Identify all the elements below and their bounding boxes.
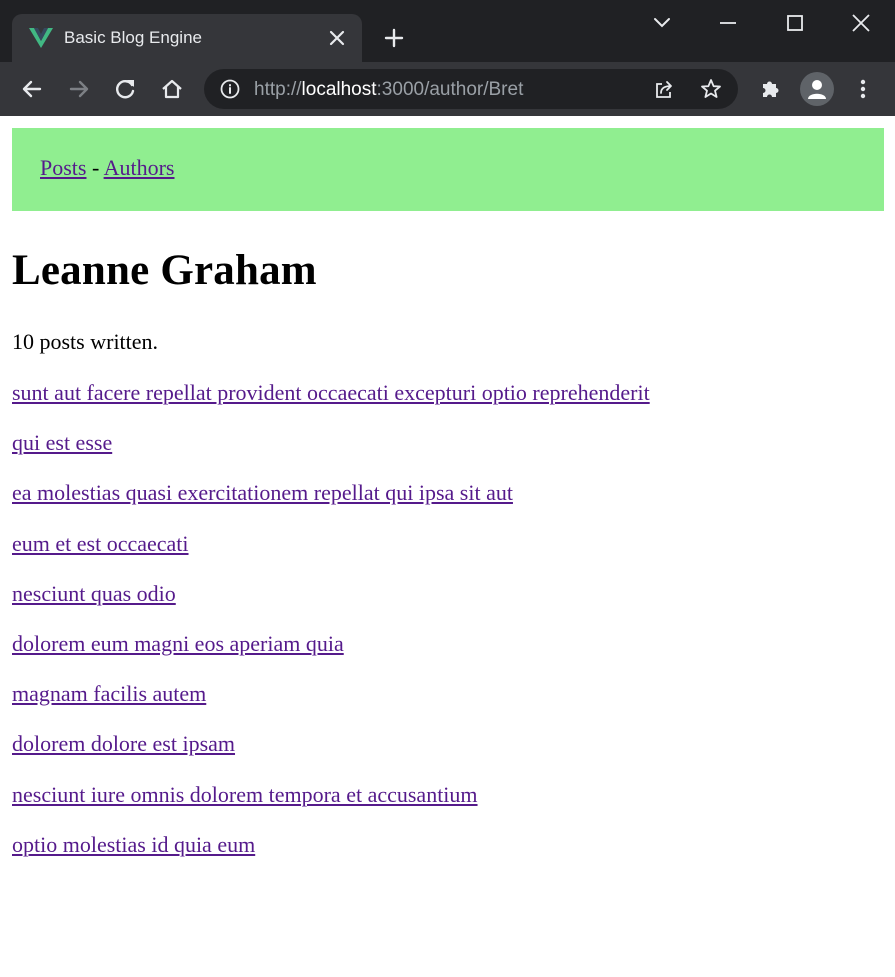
post-count-text: 10 posts written.: [12, 329, 159, 354]
post-link[interactable]: nesciunt iure omnis dolorem tempora et a…: [12, 782, 478, 807]
tab-search-icon[interactable]: [649, 10, 675, 36]
list-item: dolorem dolore est ipsam: [12, 730, 650, 780]
post-link[interactable]: dolorem dolore est ipsam: [12, 731, 235, 756]
list-item: dolorem eum magni eos aperiam quia: [12, 630, 650, 680]
nav-links: Posts - Authors: [40, 155, 175, 181]
post-link[interactable]: dolorem eum magni eos aperiam quia: [12, 631, 344, 656]
back-icon[interactable]: [19, 76, 45, 102]
home-icon[interactable]: [159, 76, 185, 102]
extensions-icon[interactable]: [757, 76, 783, 102]
tab-title: Basic Blog Engine: [64, 28, 202, 47]
url-path: :3000/author/Bret: [376, 79, 524, 100]
list-item: magnam facilis autem: [12, 680, 650, 730]
list-item: nesciunt iure omnis dolorem tempora et a…: [12, 781, 650, 831]
address-bar[interactable]: http://localhost:3000/author/Bret: [204, 69, 738, 109]
profile-avatar[interactable]: [800, 72, 834, 106]
person-icon: [808, 80, 826, 99]
vue-logo-icon: [29, 28, 53, 48]
nav-link-posts[interactable]: Posts: [40, 155, 86, 180]
post-list: sunt aut facere repellat provident occae…: [12, 379, 650, 881]
post-link[interactable]: magnam facilis autem: [12, 681, 206, 706]
list-item: eum et est occaecati: [12, 530, 650, 580]
list-item: qui est esse: [12, 429, 650, 479]
browser-tab[interactable]: Basic Blog Engine: [12, 14, 362, 62]
nav-separator: -: [86, 155, 104, 180]
list-item: optio molestias id quia eum: [12, 831, 650, 881]
nav-link-authors[interactable]: Authors: [104, 155, 175, 180]
url-host: localhost: [301, 79, 377, 100]
minimize-icon[interactable]: [715, 10, 741, 36]
post-link[interactable]: sunt aut facere repellat provident occae…: [12, 380, 650, 405]
url-scheme: http://: [254, 79, 302, 100]
list-item: sunt aut facere repellat provident occae…: [12, 379, 650, 429]
post-link[interactable]: nesciunt quas odio: [12, 581, 176, 606]
share-icon[interactable]: [652, 78, 676, 102]
browser-titlebar: Basic Blog Engine: [0, 0, 895, 62]
forward-icon[interactable]: [66, 76, 92, 102]
list-item: nesciunt quas odio: [12, 580, 650, 630]
maximize-icon[interactable]: [782, 10, 808, 36]
author-name-heading: Leanne Graham: [12, 247, 317, 294]
site-nav: Posts - Authors: [12, 128, 884, 211]
post-link[interactable]: ea molestias quasi exercitationem repell…: [12, 480, 513, 505]
site-info-icon[interactable]: [219, 78, 241, 100]
close-tab-icon[interactable]: [327, 28, 347, 48]
browser-toolbar: http://localhost:3000/author/Bret: [0, 62, 895, 116]
post-link[interactable]: qui est esse: [12, 430, 112, 455]
list-item: ea molestias quasi exercitationem repell…: [12, 479, 650, 529]
post-link[interactable]: optio molestias id quia eum: [12, 832, 255, 857]
close-window-icon[interactable]: [848, 10, 874, 36]
url-text: http://localhost:3000/author/Bret: [254, 79, 523, 101]
menu-kebab-icon[interactable]: [850, 76, 876, 102]
reload-icon[interactable]: [112, 76, 138, 102]
new-tab-icon[interactable]: [383, 27, 405, 49]
post-link[interactable]: eum et est occaecati: [12, 531, 189, 556]
bookmark-star-icon[interactable]: [699, 77, 723, 101]
